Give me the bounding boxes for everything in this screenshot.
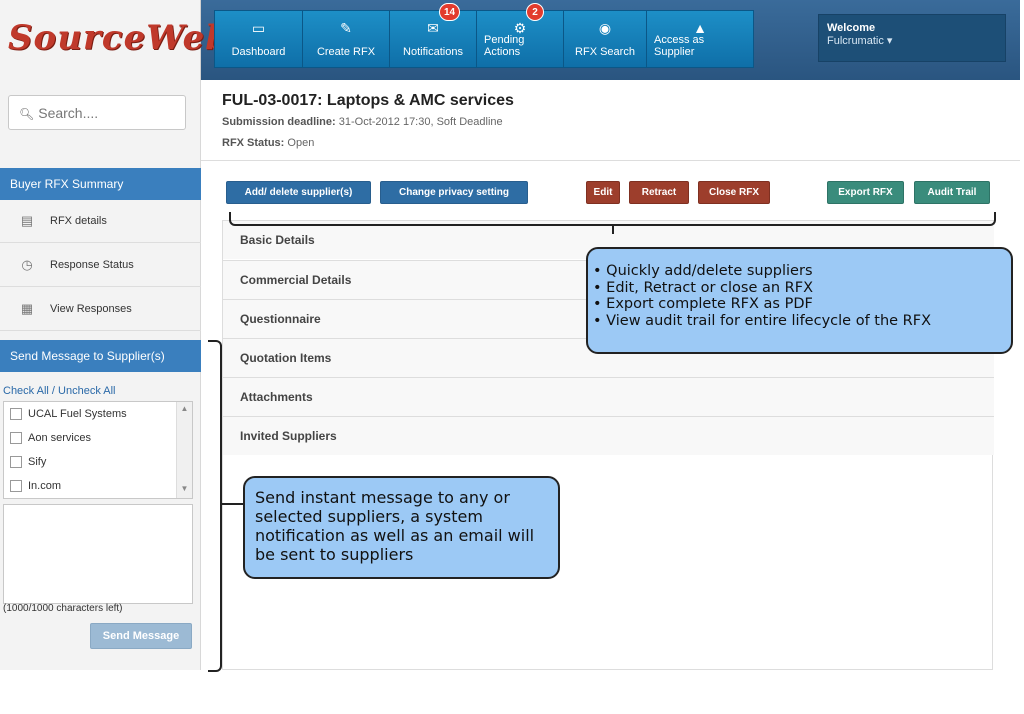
welcome-text: Welcome [827,22,876,34]
callout-line: • Edit, Retract or close an RFX [593,279,814,296]
section-invited-suppliers[interactable]: Invited Suppliers [223,416,994,455]
edit-icon: ✎ [340,20,352,36]
send-message-header: Send Message to Supplier(s) [0,340,201,372]
supplier-checkbox[interactable] [10,408,22,420]
user-name-dropdown[interactable]: Fulcrumatic ▾ [827,34,997,47]
nav-dashboard[interactable]: ▭ Dashboard [215,11,303,67]
sidebar-item-label: Response Status [50,259,134,271]
submission-deadline: Submission deadline: 31-Oct-2012 17:30, … [222,116,503,128]
supplier-checkbox[interactable] [10,480,22,492]
monitor-icon: ▭ [251,20,266,36]
main-content: FUL-03-0017: Laptops & AMC services Subm… [201,80,1020,670]
sidebar-item-label: RFX details [50,215,107,227]
supplier-name: UCAL Fuel Systems [28,408,127,420]
list-item[interactable]: UCAL Fuel Systems [4,402,192,426]
supplier-list-scrollbar[interactable]: ▲ ▼ [176,402,192,498]
retract-button[interactable]: Retract [629,181,689,204]
supplier-list[interactable]: UCAL Fuel Systems Aon services Sify In.c… [3,401,193,499]
check-all-link[interactable]: Check All / Uncheck All [3,385,116,397]
search-placeholder: Search.... [38,105,99,121]
edit-button[interactable]: Edit [586,181,620,204]
nav-label: Pending Actions [484,34,525,58]
user-menu[interactable]: Welcome Fulcrumatic ▾ [818,14,1006,62]
deadline-value: 31-Oct-2012 17:30, Soft Deadline [338,116,503,128]
list-icon: ▤ [20,213,34,228]
envelope-icon: ✉ [427,20,439,36]
top-header: SourceWeb ▭ Dashboard ✎ Create RFX ✉ 14 … [0,0,1020,80]
pending-badge: 2 [526,3,544,21]
supplier-name: In.com [28,480,62,492]
sidebar-item-rfx-details[interactable]: ▤ RFX details [0,200,201,243]
supplier-name: Aon services [28,432,91,444]
close-rfx-button[interactable]: Close RFX [698,181,770,204]
search-icon: 🔍︎ [19,107,35,121]
nav-label: Create RFX [316,46,376,58]
nav-create-rfx[interactable]: ✎ Create RFX [303,11,390,67]
search-input[interactable]: 🔍︎ Search.... [8,95,186,130]
list-item[interactable]: Sify [4,450,192,474]
supplier-checkbox[interactable] [10,432,22,444]
status-value: Open [287,137,315,149]
scroll-up-icon[interactable]: ▲ [177,402,192,416]
supplier-icon: ▲ [693,20,707,36]
characters-left: (1000/1000 characters left) [3,603,123,614]
message-callout: Send instant message to any or selected … [243,476,560,579]
callout-line: • Quickly add/delete suppliers [593,263,813,279]
audit-trail-button[interactable]: Audit Trail [914,181,990,204]
buttons-bracket-pointer [612,224,614,234]
logo[interactable]: SourceWeb [8,18,230,58]
actions-callout: • Quickly add/delete suppliers • Edit, R… [586,247,1013,354]
buyer-rfx-summary-header: Buyer RFX Summary [0,168,201,200]
divider [201,160,1020,161]
message-textarea[interactable] [3,504,193,604]
nav-label: Dashboard [231,46,286,58]
nav-label: RFX Search [575,46,635,58]
nav-access-as-supplier[interactable]: ▲ Access as Supplier [647,11,753,67]
list-item[interactable]: Aon services [4,426,192,450]
status-label: RFX Status: [222,137,285,149]
message-bracket [208,340,222,672]
sidebar-item-response-status[interactable]: ◷ Response Status [0,244,201,287]
sidebar: 🔍︎ Search.... Buyer RFX Summary ▤ RFX det… [0,80,201,670]
export-rfx-button[interactable]: Export RFX [827,181,904,204]
message-bracket-pointer [220,503,243,505]
nav-notifications[interactable]: ✉ 14 Notifications [390,3,477,67]
sidebar-item-view-responses[interactable]: ▦ View Responses [0,288,201,331]
search-circle-icon: ◉ [598,20,612,36]
notification-badge: 14 [439,3,461,21]
gear-icon: ⚙ [513,20,527,36]
nav-label: Notifications [403,46,463,58]
nav-rfx-search[interactable]: ◉ RFX Search [564,11,647,67]
responses-icon: ▦ [20,301,34,316]
nav-label: Access as Supplier [654,34,705,58]
deadline-label: Submission deadline: [222,116,336,128]
supplier-checkbox[interactable] [10,456,22,468]
add-delete-supplier-button[interactable]: Add/ delete supplier(s) [226,181,371,204]
callout-line: • View audit trail for entire lifecycle … [593,312,932,329]
section-attachments[interactable]: Attachments [223,377,994,416]
scroll-down-icon[interactable]: ▼ [177,482,192,496]
change-privacy-button[interactable]: Change privacy setting [380,181,528,204]
logo-area: SourceWeb [0,0,229,80]
list-item[interactable]: In.com [4,474,192,498]
supplier-name: Sify [28,456,47,468]
rfx-status: RFX Status: Open [222,137,314,149]
send-message-button[interactable]: Send Message [90,623,192,649]
page-title: FUL-03-0017: Laptops & AMC services [222,92,514,109]
main-nav: ▭ Dashboard ✎ Create RFX ✉ 14 Notificati… [214,3,754,68]
callout-line: • Export complete RFX as PDF [593,296,813,312]
nav-pending-actions[interactable]: ⚙ 2 Pending Actions [477,3,564,67]
sidebar-item-label: View Responses [50,303,132,315]
clock-icon: ◷ [21,257,33,272]
